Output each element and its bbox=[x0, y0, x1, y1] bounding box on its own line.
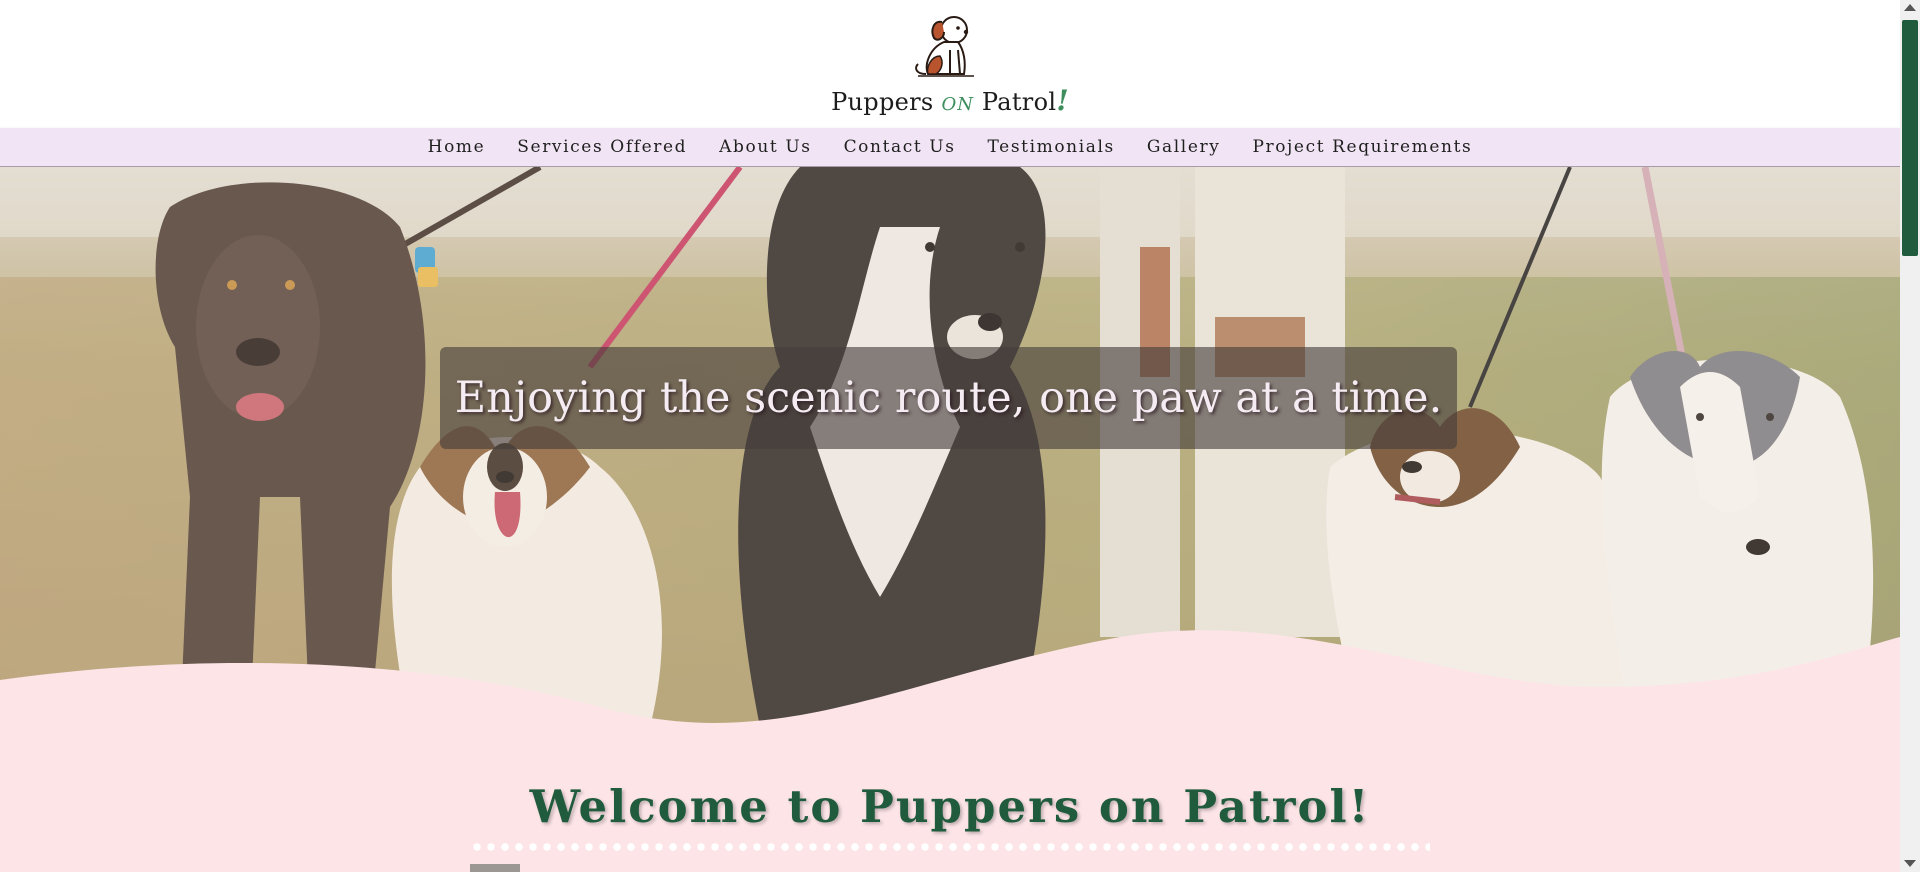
nav-item-project-requirements[interactable]: Project Requirements bbox=[1252, 137, 1472, 157]
hero-banner: Enjoying the scenic route, one paw at a … bbox=[0, 167, 1900, 727]
brand-name[interactable]: Puppers ON Patrol! bbox=[0, 84, 1900, 117]
scrollbar-thumb[interactable] bbox=[1902, 20, 1918, 256]
sitting-dog-icon[interactable] bbox=[908, 12, 980, 82]
scroll-down-arrow-icon[interactable] bbox=[1904, 860, 1916, 867]
scroll-up-arrow-icon[interactable] bbox=[1904, 4, 1916, 11]
content-text-stub bbox=[470, 864, 520, 872]
nav-item-services-offered[interactable]: Services Offered bbox=[517, 137, 687, 157]
nav-item-about-us[interactable]: About Us bbox=[719, 137, 811, 157]
brand-name-on: ON bbox=[941, 94, 974, 115]
dotted-divider bbox=[470, 843, 1430, 851]
nav-item-gallery[interactable]: Gallery bbox=[1147, 137, 1221, 157]
brand-name-bang: ! bbox=[1056, 84, 1069, 117]
nav-item-contact-us[interactable]: Contact Us bbox=[844, 137, 956, 157]
hero-tagline: Enjoying the scenic route, one paw at a … bbox=[454, 373, 1443, 423]
site-header: Puppers ON Patrol! bbox=[0, 0, 1900, 128]
welcome-heading: Welcome to Puppers on Patrol! bbox=[529, 780, 1371, 833]
nav-item-home[interactable]: Home bbox=[428, 137, 486, 157]
brand-name-part2: Patrol bbox=[973, 88, 1057, 116]
nav-item-testimonials[interactable]: Testimonials bbox=[988, 137, 1115, 157]
hero-tagline-box: Enjoying the scenic route, one paw at a … bbox=[440, 347, 1457, 449]
brand-name-part1: Puppers bbox=[831, 88, 942, 116]
main-nav: Home Services Offered About Us Contact U… bbox=[0, 128, 1900, 167]
